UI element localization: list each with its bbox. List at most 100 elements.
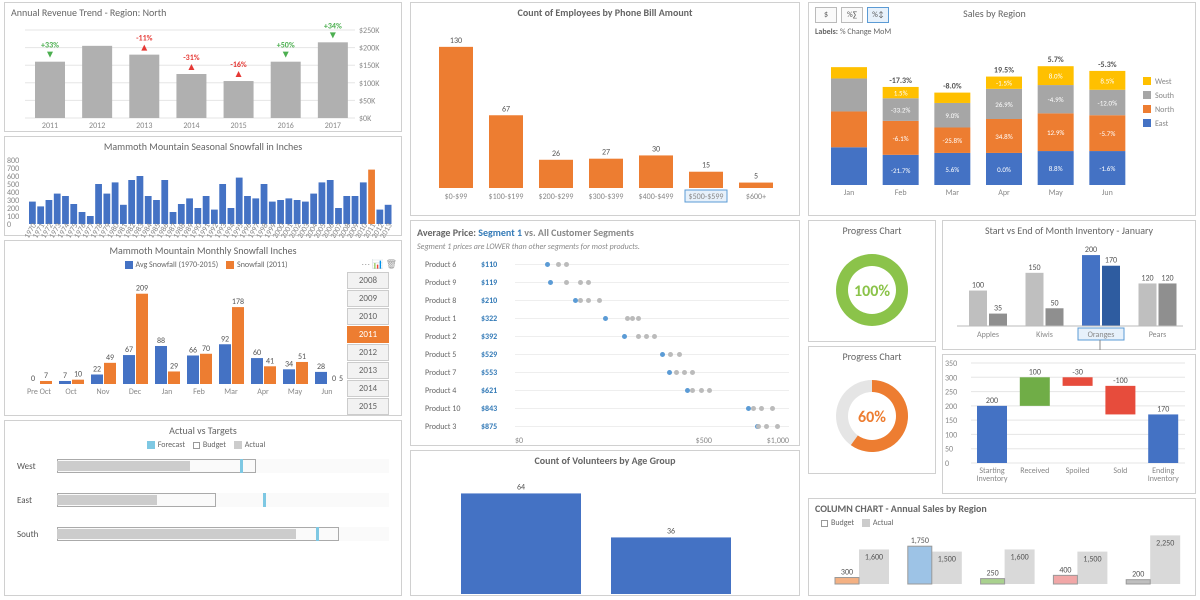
svg-text:Jun: Jun bbox=[322, 387, 333, 397]
at-title: Actual vs Targets bbox=[5, 421, 401, 440]
year-2014[interactable]: 2014 bbox=[347, 380, 389, 397]
svg-text:10: 10 bbox=[74, 370, 82, 380]
svg-text:Apr: Apr bbox=[257, 387, 269, 397]
btn-pctsum[interactable]: %∑ bbox=[841, 7, 863, 23]
svg-text:Spoiled: Spoiled bbox=[1066, 466, 1090, 476]
svg-text:250: 250 bbox=[945, 388, 957, 398]
year-slicer[interactable]: ⋯ 📊 🗑 20082009201020112012201320142015 bbox=[347, 259, 397, 416]
svg-text:70: 70 bbox=[202, 344, 210, 354]
svg-text:150: 150 bbox=[1028, 263, 1040, 273]
phone-panel: Count of Employees by Phone Bill Amount … bbox=[410, 2, 800, 216]
svg-text:170: 170 bbox=[1105, 256, 1117, 266]
inv-title: Start vs End of Month Inventory - Januar… bbox=[943, 221, 1195, 240]
bullet-row: West bbox=[17, 456, 389, 476]
year-2015[interactable]: 2015 bbox=[347, 398, 389, 415]
svg-text:-33.2%: -33.2% bbox=[891, 106, 911, 115]
vol-title: Count of Volunteers by Age Group bbox=[411, 451, 799, 470]
svg-text:1,600: 1,600 bbox=[1010, 552, 1028, 562]
svg-text:Feb: Feb bbox=[193, 387, 205, 397]
svg-text:15: 15 bbox=[702, 161, 710, 171]
svg-text:Oranges: Oranges bbox=[1088, 330, 1115, 340]
svg-text:-5.7%: -5.7% bbox=[1099, 129, 1115, 138]
vol-chart: 6436 bbox=[411, 470, 799, 594]
monthly-chart: 07Pre Oct710Oct2249Nov67209Dec8829Jan667… bbox=[5, 270, 345, 410]
as-title: COLUMN CHART - Annual Sales by Region bbox=[809, 499, 1195, 518]
year-2011[interactable]: 2011 bbox=[347, 326, 389, 343]
revenue-title: Annual Revenue Trend - Region: North bbox=[5, 3, 401, 22]
btn-dollar[interactable]: $ bbox=[815, 7, 837, 23]
year-2013[interactable]: 2013 bbox=[347, 362, 389, 379]
svg-text:May: May bbox=[288, 387, 303, 397]
svg-text:-21.7%: -21.7% bbox=[891, 166, 911, 175]
svg-text:8.8%: 8.8% bbox=[1049, 164, 1063, 173]
svg-text:66: 66 bbox=[189, 345, 197, 355]
price-row: Product 9$119 bbox=[421, 274, 789, 292]
year-2008[interactable]: 2008 bbox=[347, 272, 389, 289]
waterfall-panel: 050100150200250300350200StartingInventor… bbox=[942, 354, 1196, 494]
svg-text:1,500: 1,500 bbox=[938, 555, 956, 565]
svg-text:5: 5 bbox=[339, 374, 343, 384]
svg-text:Oct: Oct bbox=[65, 387, 77, 397]
prog2-title: Progress Chart bbox=[809, 347, 935, 366]
svg-text:300: 300 bbox=[945, 373, 957, 383]
svg-text:67: 67 bbox=[502, 104, 510, 114]
btn-pctchg[interactable]: %↕ bbox=[867, 7, 889, 23]
year-2012[interactable]: 2012 bbox=[347, 344, 389, 361]
svg-text:+33%: +33% bbox=[41, 41, 59, 51]
svg-text:-12.0%: -12.0% bbox=[1098, 99, 1118, 108]
svg-text:92: 92 bbox=[221, 334, 229, 344]
svg-text:120: 120 bbox=[1141, 273, 1153, 283]
svg-text:30: 30 bbox=[652, 144, 660, 154]
svg-text:8.5%: 8.5% bbox=[1100, 76, 1114, 85]
prog1-panel: Progress Chart 100% bbox=[808, 220, 936, 342]
svg-text:200: 200 bbox=[1085, 245, 1097, 255]
svg-text:12.9%: 12.9% bbox=[1047, 128, 1064, 137]
svg-text:178: 178 bbox=[232, 297, 244, 307]
svg-text:7: 7 bbox=[63, 371, 67, 381]
svg-text:209: 209 bbox=[136, 284, 148, 294]
svg-text:60%: 60% bbox=[858, 408, 886, 427]
svg-text:$50K: $50K bbox=[359, 96, 376, 106]
phone-title: Count of Employees by Phone Bill Amount bbox=[411, 3, 799, 22]
svg-text:2013: 2013 bbox=[136, 121, 152, 131]
year-2009[interactable]: 2009 bbox=[347, 290, 389, 307]
svg-text:200: 200 bbox=[986, 396, 998, 406]
svg-text:0: 0 bbox=[31, 374, 35, 384]
price-row: Product 4$621 bbox=[421, 382, 789, 400]
ap-sub: Segment 1 prices are LOWER than other se… bbox=[411, 242, 799, 256]
svg-text:170: 170 bbox=[1157, 404, 1169, 414]
svg-text:100%: 100% bbox=[854, 282, 890, 301]
volunteers-panel: Count of Volunteers by Age Group 6436 bbox=[410, 450, 800, 596]
svg-text:100: 100 bbox=[1029, 367, 1041, 377]
svg-text:34: 34 bbox=[285, 359, 293, 369]
svg-text:Pears: Pears bbox=[1149, 330, 1167, 340]
svg-text:34.8%: 34.8% bbox=[995, 132, 1012, 141]
svg-text:7: 7 bbox=[44, 371, 48, 381]
sales-region-panel: $ %∑ %↕ Sales by Region Labels: % Change… bbox=[808, 2, 1196, 216]
monthly-title: Mammoth Mountain Monthly Snowfall Inches bbox=[5, 241, 401, 260]
svg-text:+34%: +34% bbox=[324, 22, 342, 31]
svg-text:Jan: Jan bbox=[844, 188, 855, 198]
svg-text:$0-$99: $0-$99 bbox=[445, 192, 468, 202]
svg-text:Mar: Mar bbox=[224, 387, 238, 397]
price-row: Product 7$553 bbox=[421, 364, 789, 382]
svg-text:88: 88 bbox=[157, 336, 165, 346]
year-2010[interactable]: 2010 bbox=[347, 308, 389, 325]
svg-text:Pre Oct: Pre Oct bbox=[27, 387, 51, 397]
monthly-snow-panel: Mammoth Mountain Monthly Snowfall Inches… bbox=[4, 240, 402, 416]
svg-text:250: 250 bbox=[987, 569, 999, 579]
svg-text:Apples: Apples bbox=[977, 330, 999, 340]
svg-text:51: 51 bbox=[298, 352, 306, 362]
svg-text:100: 100 bbox=[945, 430, 957, 440]
svg-text:200: 200 bbox=[1132, 570, 1144, 580]
svg-text:2015: 2015 bbox=[230, 121, 246, 131]
svg-text:$200K: $200K bbox=[359, 44, 380, 54]
actual-targets-panel: Actual vs Targets Forecast Budget Actual… bbox=[4, 420, 402, 596]
revenue-chart: $0K$50K$100K$150K$200K$250K2011+33%20122… bbox=[5, 22, 401, 134]
svg-text:-1.6%: -1.6% bbox=[1099, 164, 1115, 173]
svg-text:May: May bbox=[1049, 188, 1064, 198]
svg-text:800: 800 bbox=[7, 156, 19, 166]
svg-text:-5.3%: -5.3% bbox=[1098, 60, 1117, 70]
svg-text:Inventory: Inventory bbox=[977, 474, 1008, 484]
price-row: Product 10$843 bbox=[421, 400, 789, 418]
